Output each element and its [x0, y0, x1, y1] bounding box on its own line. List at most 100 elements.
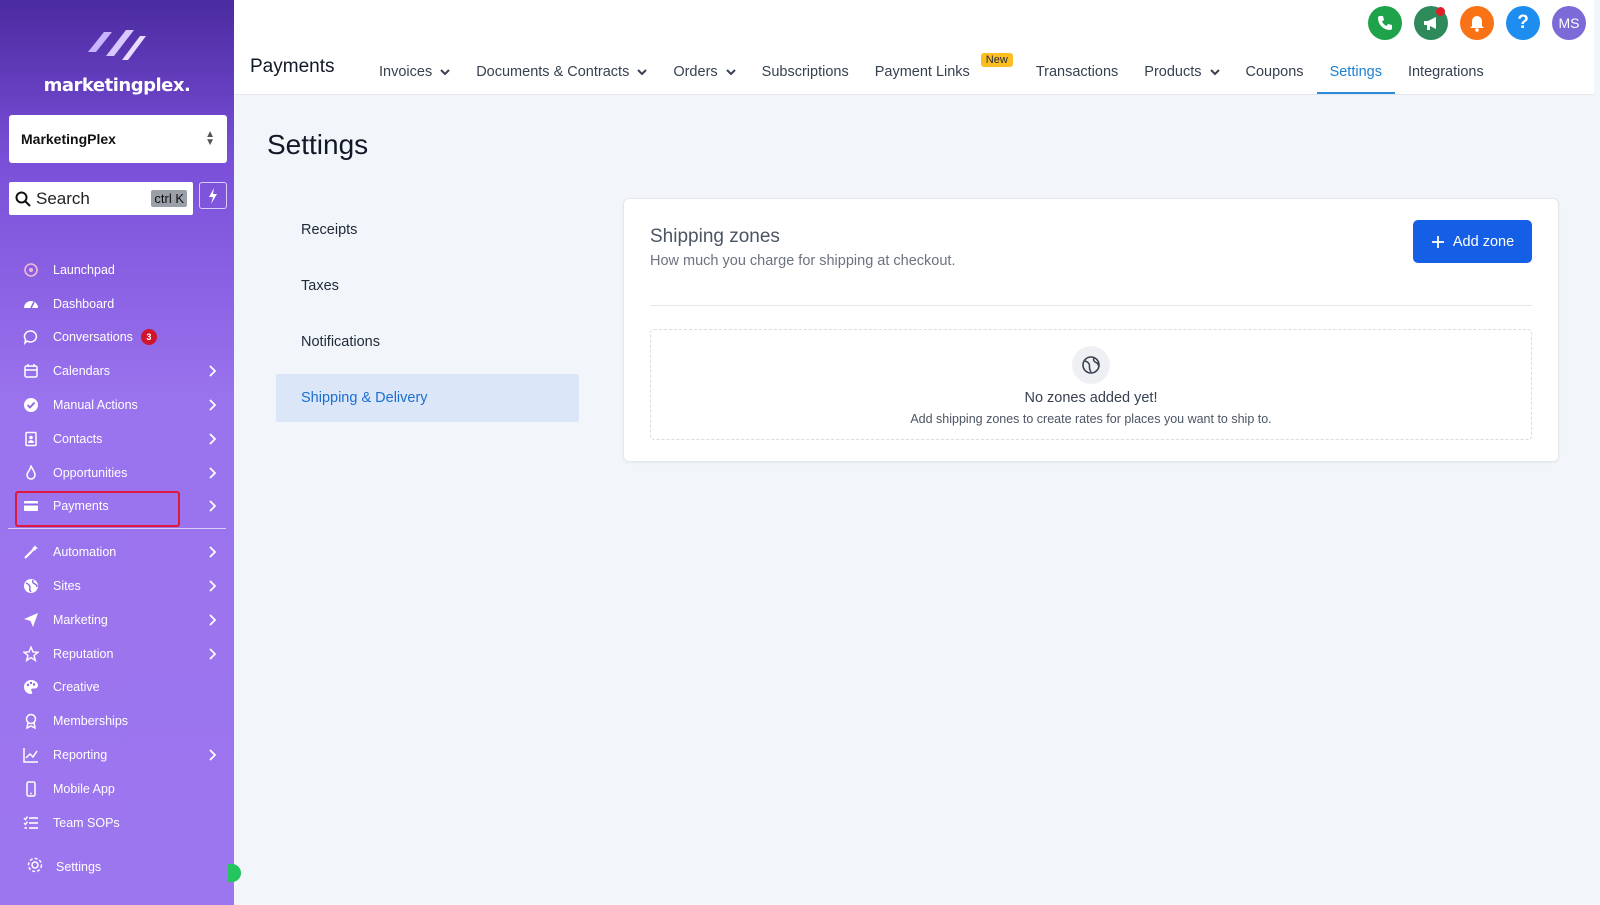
- lightning-icon: [209, 187, 217, 204]
- tab-label: Settings: [1329, 64, 1382, 80]
- chevron-right-icon: [209, 648, 216, 660]
- megaphone-icon: [1424, 17, 1436, 30]
- sidebar-search[interactable]: Search ctrl K: [9, 182, 193, 215]
- updown-arrows-icon: ▲ ▼: [205, 129, 215, 148]
- phone-button[interactable]: [1368, 6, 1402, 40]
- sidebar-item-label: Payments: [53, 499, 109, 514]
- sidebar-item-label: Launchpad: [53, 262, 115, 277]
- sidebar-item-conversations[interactable]: Conversations 3: [0, 321, 234, 355]
- check-circle-icon: [22, 396, 40, 414]
- sidebar-item-team-sops[interactable]: Team SOPs: [0, 806, 234, 840]
- sidebar: marketingplex. MarketingPlex ▲ ▼ Search c…: [0, 0, 234, 905]
- chevron-right-icon: [209, 433, 216, 445]
- account-switcher[interactable]: MarketingPlex ▲ ▼: [9, 115, 227, 163]
- page-title: Settings: [267, 129, 369, 160]
- notification-dot: [1436, 7, 1445, 16]
- empty-state-subtitle: Add shipping zones to create rates for p…: [910, 412, 1272, 426]
- tab-documents-contracts[interactable]: Documents & Contracts: [463, 50, 660, 94]
- tab-settings[interactable]: Settings: [1316, 50, 1396, 94]
- sidebar-item-contacts[interactable]: Contacts: [0, 422, 234, 456]
- settings-nav-label: Taxes: [301, 278, 339, 294]
- sidebar-item-label: Reporting: [53, 748, 108, 763]
- announcements-button[interactable]: [1414, 6, 1448, 40]
- sidebar-item-dashboard[interactable]: Dashboard: [0, 287, 234, 321]
- sidebar-item-label: Mobile App: [53, 781, 115, 796]
- sidebar-item-label: Sites: [53, 579, 81, 594]
- quick-actions-button[interactable]: [199, 182, 227, 209]
- tab-label: Invoices: [379, 64, 433, 80]
- chat-bubble-icon: [22, 328, 40, 346]
- sidebar-item-settings[interactable]: Settings: [26, 856, 101, 877]
- top-header: ? MS Payments Invoices Documents & Contr…: [234, 0, 1594, 95]
- tab-coupons[interactable]: Coupons: [1233, 50, 1317, 94]
- tab-label: Documents & Contracts: [476, 64, 630, 80]
- sidebar-item-mobile-app[interactable]: Mobile App: [0, 772, 234, 806]
- rocket-icon: [22, 261, 40, 279]
- header-actions: ? MS: [1368, 6, 1586, 40]
- plus-icon: [1431, 235, 1444, 248]
- tab-products[interactable]: Products: [1131, 50, 1232, 94]
- support-widget-handle[interactable]: [228, 864, 241, 882]
- sidebar-item-memberships[interactable]: Memberships: [0, 704, 234, 738]
- search-shortcut: ctrl K: [151, 190, 187, 207]
- notifications-button[interactable]: [1460, 6, 1494, 40]
- tab-label: Coupons: [1245, 64, 1304, 80]
- sidebar-item-reporting[interactable]: Reporting: [0, 738, 234, 772]
- sidebar-item-label: Creative: [53, 680, 100, 695]
- sidebar-item-launchpad[interactable]: Launchpad: [0, 253, 234, 287]
- add-zone-button[interactable]: Add zone: [1413, 220, 1532, 263]
- chevron-down-icon: [1209, 68, 1220, 75]
- tab-label: Orders: [673, 64, 718, 80]
- brand-logo[interactable]: marketingplex.: [0, 22, 234, 96]
- sidebar-item-payments[interactable]: Payments: [0, 490, 234, 527]
- contact-book-icon: [22, 430, 40, 448]
- tab-invoices[interactable]: Invoices: [366, 50, 463, 94]
- tab-integrations[interactable]: Integrations: [1395, 50, 1497, 94]
- brand-name: marketingplex.: [43, 75, 191, 96]
- sidebar-item-label: Memberships: [53, 714, 129, 729]
- tab-orders[interactable]: Orders: [660, 50, 748, 94]
- sidebar-item-label: Dashboard: [53, 296, 115, 311]
- sidebar-item-calendars[interactable]: Calendars: [0, 354, 234, 388]
- sidebar-item-sites[interactable]: Sites: [0, 569, 234, 603]
- bell-icon: [1470, 15, 1484, 32]
- brand-logo-icon: [88, 30, 146, 60]
- calendar-icon: [22, 362, 40, 380]
- chevron-down-icon: [725, 68, 736, 75]
- sidebar-item-label: Conversations: [53, 330, 133, 345]
- sidebar-item-creative[interactable]: Creative: [0, 671, 234, 705]
- sidebar-item-label: Team SOPs: [53, 815, 120, 830]
- tab-payment-links[interactable]: Payment Links New: [862, 50, 1013, 94]
- tab-label: Integrations: [1407, 64, 1484, 80]
- settings-nav-shipping-delivery[interactable]: Shipping & Delivery: [276, 374, 579, 422]
- settings-nav-label: Shipping & Delivery: [301, 390, 428, 406]
- tab-subscriptions[interactable]: Subscriptions: [749, 50, 862, 94]
- settings-nav-receipts[interactable]: Receipts: [276, 206, 579, 254]
- settings-nav-taxes[interactable]: Taxes: [276, 262, 579, 310]
- settings-nav-notifications[interactable]: Notifications: [276, 318, 579, 366]
- checklist-icon: [22, 814, 40, 832]
- mobile-phone-icon: [22, 780, 40, 798]
- sidebar-item-label: Manual Actions: [53, 398, 138, 413]
- add-zone-label: Add zone: [1452, 233, 1515, 250]
- flame-icon: [22, 464, 40, 482]
- chevron-right-icon: [209, 580, 216, 592]
- sidebar-item-opportunities[interactable]: Opportunities: [0, 456, 234, 490]
- sidebar-item-label: Calendars: [53, 364, 110, 379]
- palette-icon: [22, 678, 40, 696]
- sidebar-item-label: Automation: [53, 545, 117, 560]
- sidebar-item-reputation[interactable]: Reputation: [0, 637, 234, 671]
- sidebar-item-marketing[interactable]: Marketing: [0, 603, 234, 637]
- sidebar-item-manual-actions[interactable]: Manual Actions: [0, 388, 234, 422]
- chevron-right-icon: [209, 614, 216, 626]
- chevron-right-icon: [209, 546, 216, 558]
- chevron-right-icon: [209, 749, 216, 761]
- sidebar-nav: Launchpad Dashboard Conversations 3 Cale…: [0, 253, 234, 840]
- shipping-zones-card: Shipping zones How much you charge for s…: [623, 198, 1559, 462]
- tab-transactions[interactable]: Transactions: [1023, 50, 1131, 94]
- help-button[interactable]: ?: [1506, 6, 1540, 40]
- sidebar-item-automation[interactable]: Automation: [0, 535, 234, 569]
- award-ribbon-icon: [22, 712, 40, 730]
- user-avatar[interactable]: MS: [1552, 6, 1586, 40]
- tab-label: Payment Links: [874, 64, 970, 80]
